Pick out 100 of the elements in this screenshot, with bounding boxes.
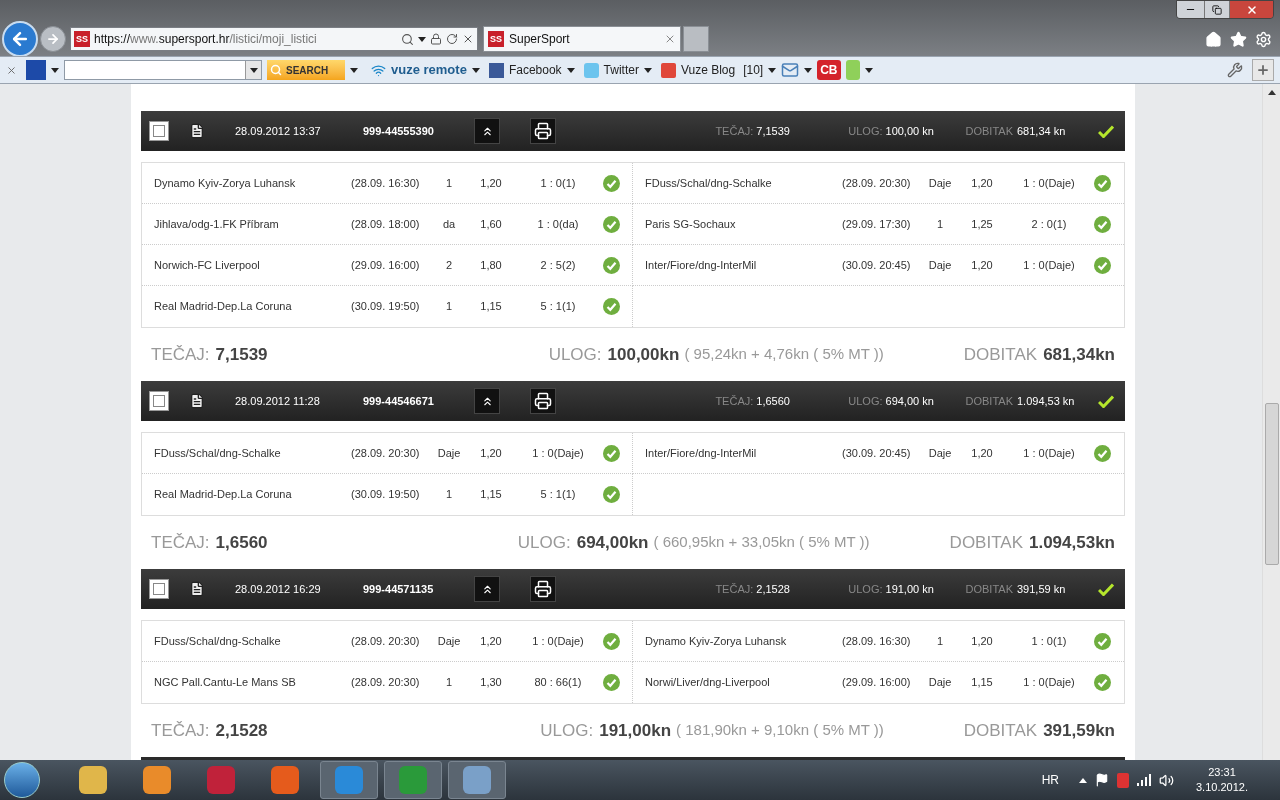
back-arrow-icon[interactable] <box>10 29 30 49</box>
toolbar-link[interactable]: Facebook <box>508 61 562 79</box>
volume-icon[interactable] <box>1159 772 1174 788</box>
forward-button[interactable] <box>40 26 66 52</box>
match-odds: 1,25 <box>970 216 994 232</box>
blog-count: [10] <box>743 62 764 79</box>
address-bar[interactable]: SS https://www.supersport.hr/listici/moji_listici <box>70 27 478 51</box>
dropdown-arrow-icon[interactable] <box>51 67 59 73</box>
collapse-button[interactable] <box>474 576 500 602</box>
match-tip: Daje <box>927 445 953 461</box>
dropdown-arrow-icon[interactable] <box>804 67 813 73</box>
refresh-icon[interactable] <box>446 33 458 45</box>
match-result: 80 : 66(1) <box>533 675 583 691</box>
stake-value: 694,00kn <box>576 531 649 554</box>
flag-icon[interactable] <box>1095 773 1109 787</box>
match-time: (28.09. 16:30) <box>351 175 421 191</box>
match-result: 1 : 0(Daje) <box>1022 675 1076 691</box>
stop-icon[interactable] <box>462 33 474 45</box>
header-stake-label: ULOG: <box>848 393 883 409</box>
close-icon[interactable] <box>1245 3 1258 16</box>
match-tip: 1 <box>444 299 454 315</box>
tray-up-arrow-icon[interactable] <box>1079 777 1087 783</box>
close-tab-icon[interactable] <box>664 33 676 45</box>
blog-link[interactable]: Vuze Blog <box>680 61 736 79</box>
signal-icon[interactable] <box>1137 774 1151 786</box>
stake-value: 191,00kn <box>599 719 672 742</box>
match-teams: Dynamo Kyiv-Zorya Luhansk <box>645 633 788 649</box>
browser-tab[interactable]: SS SuperSport <box>483 26 681 52</box>
cb-button[interactable]: CB <box>817 60 841 80</box>
ticket-checkbox[interactable] <box>149 391 169 411</box>
scroll-up-arrow-icon[interactable] <box>1267 90 1276 95</box>
toolbar-search-field[interactable] <box>64 60 262 80</box>
match-tip: Daje <box>436 633 462 649</box>
match-tip: 2 <box>444 257 454 273</box>
match-time: (29.09. 17:30) <box>842 216 912 232</box>
match-odds: 1,20 <box>479 633 503 649</box>
header-winnings-label: DOBITAK <box>965 393 1013 409</box>
search-icon[interactable] <box>401 32 414 46</box>
dropdown-arrow-icon[interactable] <box>471 67 480 73</box>
match-odds: 1,20 <box>970 257 994 273</box>
window-controls[interactable] <box>1176 0 1274 19</box>
match-tip: Daje <box>436 445 462 461</box>
match-result: 1 : 0(da) <box>536 216 580 232</box>
header-stake-value: 100,00 kn <box>885 123 935 139</box>
stake-breakdown: ( 95,24kn + 4,76kn ( 5% MT )) <box>684 344 884 365</box>
dropdown-arrow-icon[interactable] <box>249 67 258 73</box>
dropdown-arrow-icon[interactable] <box>418 36 426 42</box>
site-favicon: SS <box>488 31 504 47</box>
header-winnings-value: 1.094,53 kn <box>1017 393 1076 409</box>
match-result: 1 : 0(Daje) <box>531 633 585 649</box>
odds-label: TEČAJ: <box>151 719 210 742</box>
document-icon[interactable] <box>189 581 205 597</box>
favorites-icon[interactable] <box>1230 30 1247 48</box>
match-result: 1 : 0(Daje) <box>1022 175 1076 191</box>
dropdown-arrow-icon[interactable] <box>864 67 873 73</box>
home-icon[interactable] <box>1205 30 1222 48</box>
match-tip: 1 <box>444 175 454 191</box>
collapse-button[interactable] <box>474 118 500 144</box>
ticket-checkbox[interactable] <box>149 579 169 599</box>
match-result: 1 : 0(Daje) <box>1022 445 1076 461</box>
close-toolbar-icon[interactable] <box>6 64 17 76</box>
match-odds: 1,15 <box>479 487 503 503</box>
search-button[interactable]: SEARCH <box>267 60 345 80</box>
match-result: 1 : 0(Daje) <box>531 445 585 461</box>
match-odds: 1,20 <box>970 633 994 649</box>
header-odds-label: TEČAJ: <box>715 581 754 597</box>
match-teams: NGC Pall.Cantu-Le Mans SB <box>154 675 297 691</box>
header-odds-value: 2,1528 <box>756 581 791 597</box>
dropdown-arrow-icon[interactable] <box>350 67 358 73</box>
match-time: (29.09. 16:00) <box>351 257 421 273</box>
dropdown-arrow-icon[interactable] <box>566 67 575 73</box>
match-result: 2 : 5(2) <box>539 257 577 273</box>
scrollbar-thumb[interactable] <box>1264 403 1279 565</box>
collapse-button[interactable] <box>474 388 500 414</box>
dropdown-arrow-icon[interactable] <box>643 67 652 73</box>
scrollbar[interactable] <box>1262 84 1280 760</box>
dropdown-arrow-icon[interactable] <box>768 67 777 73</box>
match-tip: Daje <box>927 257 953 273</box>
document-icon[interactable] <box>189 393 205 409</box>
vuze-remote-link[interactable]: vuze remote <box>391 60 467 80</box>
match-odds: 1,20 <box>479 175 503 191</box>
wrench-icon[interactable] <box>1227 62 1243 78</box>
document-icon[interactable] <box>189 123 205 139</box>
language-indicator[interactable]: HR <box>1041 771 1059 789</box>
start-button[interactable] <box>4 762 40 798</box>
winnings-label: DOBITAK <box>949 531 1023 554</box>
match-time: (30.09. 19:50) <box>351 487 421 503</box>
match-time: (29.09. 16:00) <box>842 675 912 691</box>
restore-icon[interactable] <box>1212 4 1222 15</box>
ticket-checkbox[interactable] <box>149 121 169 141</box>
header-stake-label: ULOG: <box>848 123 883 139</box>
match-teams: FDuss/Schal/dng-Schalke <box>645 175 773 191</box>
settings-icon[interactable] <box>1255 30 1272 48</box>
clock[interactable]: 23:31 3.10.2012. <box>1190 765 1254 795</box>
toolbar-link[interactable]: Twitter <box>603 61 639 79</box>
match-teams: Dynamo Kyiv-Zorya Luhansk <box>154 175 297 191</box>
match-odds: 1,20 <box>970 445 994 461</box>
stake-label: ULOG: <box>517 531 571 554</box>
wifi-icon <box>371 62 386 78</box>
back-button[interactable] <box>2 21 38 57</box>
